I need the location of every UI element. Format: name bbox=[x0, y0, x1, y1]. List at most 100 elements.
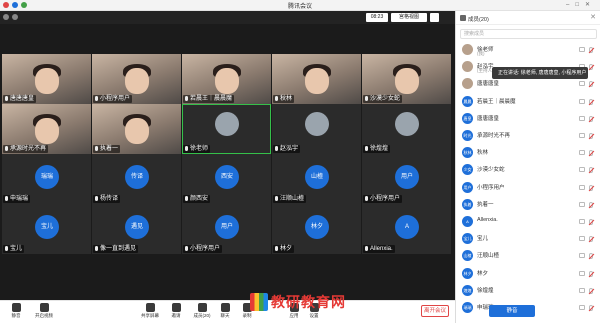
mic-icon bbox=[5, 195, 8, 201]
participant-tile[interactable]: 唐唐唐皇 bbox=[2, 54, 91, 104]
mic-muted-icon[interactable] bbox=[589, 270, 593, 277]
mic-icon bbox=[95, 245, 98, 251]
participant-tile[interactable]: 沙漠少女蛇 bbox=[362, 54, 451, 104]
member-list-item[interactable]: A Allenxia. bbox=[456, 214, 600, 229]
participant-name: 沙漠少女蛇 bbox=[370, 96, 401, 102]
mic-muted-icon[interactable] bbox=[589, 201, 593, 208]
mic-icon bbox=[185, 145, 188, 151]
toolbar-button[interactable]: 静音 bbox=[4, 303, 28, 323]
camera-icon[interactable] bbox=[579, 47, 585, 52]
mic-muted-icon[interactable] bbox=[589, 150, 593, 157]
participant-name: 徐煌煌 bbox=[370, 146, 389, 152]
toolbar-button[interactable]: 开启视频 bbox=[32, 303, 56, 323]
participant-tile[interactable]: 执着一 bbox=[92, 104, 181, 154]
mic-muted-icon[interactable] bbox=[589, 115, 593, 122]
participant-name-label: 秋林 bbox=[273, 95, 295, 103]
participant-tile[interactable]: 赵泓宇 bbox=[272, 104, 361, 154]
participant-name: 像一直到遇见 bbox=[100, 246, 137, 252]
participant-tile[interactable]: 徐煌煌 bbox=[362, 104, 451, 154]
participant-tile[interactable]: 秋林 bbox=[272, 54, 361, 104]
member-role: (我) bbox=[477, 51, 485, 56]
avatar bbox=[395, 112, 419, 136]
mic-muted-icon[interactable] bbox=[589, 305, 593, 311]
participant-tile[interactable]: 用户 小程序用户 bbox=[182, 204, 271, 254]
camera-icon[interactable] bbox=[579, 115, 585, 121]
screen-share-icon bbox=[145, 303, 155, 312]
member-list-item[interactable]: 时光 承源时光不再 bbox=[456, 128, 600, 143]
participant-name: 秋林 bbox=[280, 96, 293, 102]
mic-muted-icon[interactable] bbox=[589, 167, 593, 174]
camera-icon[interactable] bbox=[579, 201, 585, 207]
participant-name-label: 颜西安 bbox=[183, 195, 211, 203]
avatar: 煌煌 bbox=[462, 284, 473, 296]
participant-tile[interactable]: 林夕 林夕 bbox=[272, 204, 361, 254]
mic-muted-icon[interactable] bbox=[589, 133, 593, 139]
mic-muted-icon[interactable] bbox=[589, 98, 593, 105]
participant-tile[interactable]: 传译 杨传译 bbox=[92, 154, 181, 204]
participant-tile[interactable]: 承源时光不再 bbox=[2, 104, 91, 154]
member-list-item[interactable]: 宝儿 宝儿 bbox=[456, 231, 600, 246]
member-list-item[interactable]: 用户 小程序用户 bbox=[456, 180, 600, 195]
member-list-item[interactable]: 晨晨 若晨王｜晨晨魔 bbox=[456, 94, 600, 109]
participant-name: 宝儿 bbox=[10, 246, 23, 252]
mic-icon bbox=[365, 95, 368, 101]
camera-icon[interactable] bbox=[579, 287, 585, 293]
camera-icon[interactable] bbox=[579, 184, 585, 190]
window-controls[interactable]: –□✕ bbox=[566, 1, 596, 8]
camera-icon[interactable] bbox=[579, 133, 585, 138]
participant-tile[interactable]: 瑞瑞 申瑞瑞 bbox=[2, 154, 91, 204]
member-search-input[interactable]: 搜索成员 bbox=[460, 29, 597, 39]
mic-muted-icon[interactable] bbox=[589, 219, 593, 225]
mic-muted-icon[interactable] bbox=[589, 236, 593, 243]
member-list-item[interactable]: 唐皇 唐唐唐皇 bbox=[456, 111, 600, 126]
mute-all-button[interactable]: 静音 bbox=[489, 305, 535, 317]
member-list-item[interactable]: 少女 沙漠少女蛇 bbox=[456, 162, 600, 177]
mic-muted-icon[interactable] bbox=[589, 287, 593, 294]
participant-tile[interactable]: 若晨王｜晨晨魔 bbox=[182, 54, 271, 104]
member-list-item[interactable]: 山楂 汪顺山楂 bbox=[456, 248, 600, 263]
member-list-item[interactable]: 林夕 林夕 bbox=[456, 266, 600, 281]
mic-muted-icon[interactable] bbox=[589, 253, 593, 260]
camera-icon[interactable] bbox=[579, 167, 585, 173]
member-list-item[interactable]: 执着 执着一 bbox=[456, 197, 600, 212]
camera-icon[interactable] bbox=[579, 81, 585, 87]
mic-muted-icon[interactable] bbox=[589, 81, 593, 88]
toolbar-button[interactable]: 邀请 bbox=[164, 303, 188, 323]
avatar: 山楂 bbox=[462, 250, 473, 262]
leave-meeting-button[interactable]: 离开会议 bbox=[421, 305, 449, 317]
toolbar-button-label: 静音 bbox=[11, 313, 21, 318]
avatar: 用户 bbox=[215, 215, 239, 239]
toolbar-button[interactable]: 共享屏幕 bbox=[138, 303, 162, 323]
camera-icon[interactable] bbox=[579, 98, 585, 104]
member-list-item[interactable]: 徐老师 (我) bbox=[456, 42, 600, 57]
fullscreen-icon[interactable] bbox=[430, 13, 439, 22]
member-list-item[interactable]: 煌煌 徐煌煌 bbox=[456, 283, 600, 298]
watermark: 教研教育网 bbox=[250, 290, 346, 314]
view-mode-button[interactable]: 宫格视图 bbox=[391, 13, 427, 22]
meeting-info-icon[interactable] bbox=[3, 14, 9, 20]
camera-icon[interactable] bbox=[579, 219, 585, 224]
camera-icon[interactable] bbox=[579, 236, 585, 242]
camera-icon[interactable] bbox=[579, 305, 585, 310]
participant-tile[interactable]: 小程序用户 bbox=[92, 54, 181, 104]
mic-muted-icon[interactable] bbox=[589, 47, 593, 53]
camera-icon[interactable] bbox=[579, 150, 585, 156]
participant-name: 唐唐唐皇 bbox=[10, 96, 35, 102]
mic-muted-icon[interactable] bbox=[589, 184, 593, 191]
close-icon[interactable]: ✕ bbox=[590, 13, 596, 21]
participant-tile[interactable]: 遇见 像一直到遇见 bbox=[92, 204, 181, 254]
participant-tile[interactable]: 宝儿 宝儿 bbox=[2, 204, 91, 254]
mic-icon bbox=[185, 95, 188, 101]
camera-icon[interactable] bbox=[579, 270, 585, 276]
video-grid: 08:23 宫格视图 唐唐唐皇 小程序用户 若晨王｜晨晨魔 秋林 沙漠少女蛇 承源时光不再… bbox=[0, 11, 455, 300]
camera-icon[interactable] bbox=[579, 253, 585, 259]
participant-tile[interactable]: 徐老师 bbox=[182, 104, 271, 154]
mic-muted-icon[interactable] bbox=[589, 64, 593, 71]
participant-tile[interactable]: 用户 小程序用户 bbox=[362, 154, 451, 204]
participant-tile[interactable]: 山楂 汪顺山楂 bbox=[272, 154, 361, 204]
toolbar-button[interactable]: 成员(20) bbox=[190, 303, 214, 323]
participant-tile[interactable]: 西安 颜西安 bbox=[182, 154, 271, 204]
toolbar-button[interactable]: 聊天 bbox=[213, 303, 237, 323]
member-list-item[interactable]: 秋林 秋林 bbox=[456, 145, 600, 160]
participant-tile[interactable]: A Allenxia. bbox=[362, 204, 451, 254]
